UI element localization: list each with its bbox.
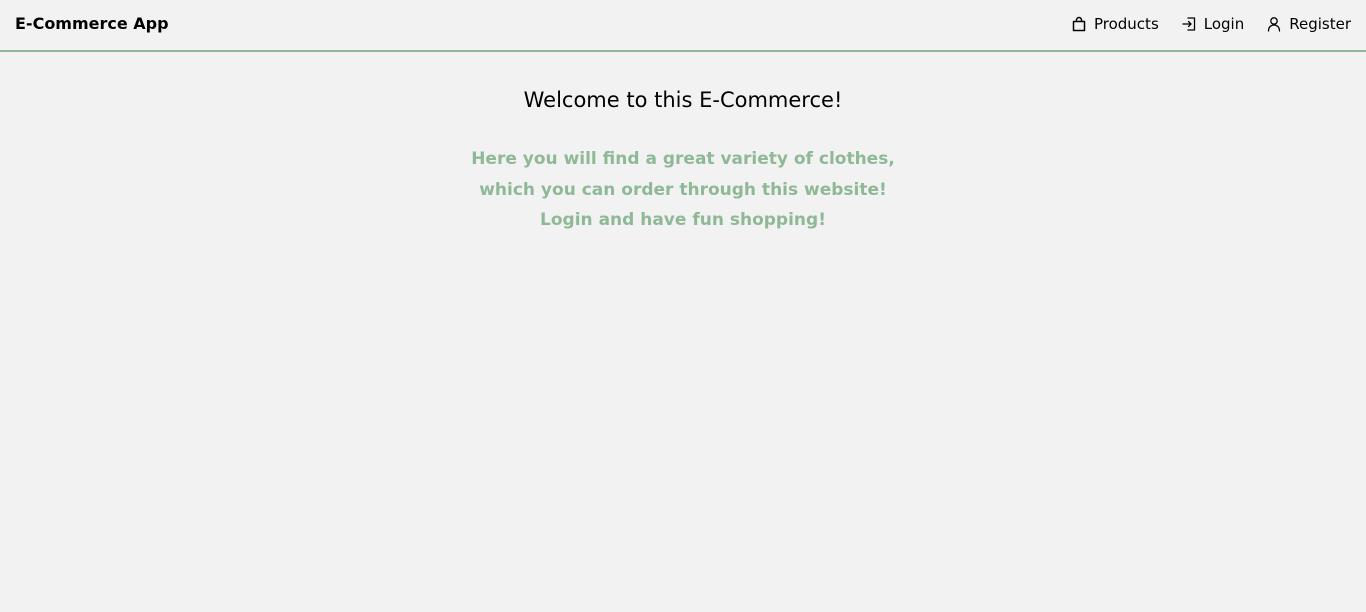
login-icon <box>1181 16 1197 32</box>
intro-text: Here you will find a great variety of cl… <box>0 144 1366 236</box>
user-icon <box>1266 16 1282 32</box>
brand-link[interactable]: E-Commerce App <box>15 13 169 35</box>
nav-register-link[interactable]: Register <box>1266 13 1351 35</box>
nav-register-label: Register <box>1289 15 1351 33</box>
navbar: E-Commerce App Products Login Register <box>0 0 1366 52</box>
intro-line: which you can order through this website… <box>479 179 887 200</box>
page-title: Welcome to this E-Commerce! <box>523 88 843 112</box>
nav-login-link[interactable]: Login <box>1181 13 1244 35</box>
nav-products-label: Products <box>1093 15 1159 33</box>
home-content: Welcome to this E-Commerce! Here you wil… <box>0 52 1366 236</box>
shopping-bag-icon <box>1071 16 1087 32</box>
nav-links: Products Login Register <box>1071 13 1351 35</box>
nav-products-link[interactable]: Products <box>1071 13 1159 35</box>
nav-login-label: Login <box>1203 15 1245 33</box>
intro-line: Here you will find a great variety of cl… <box>471 149 895 169</box>
intro-line: Login and have fun shopping! <box>540 210 826 230</box>
